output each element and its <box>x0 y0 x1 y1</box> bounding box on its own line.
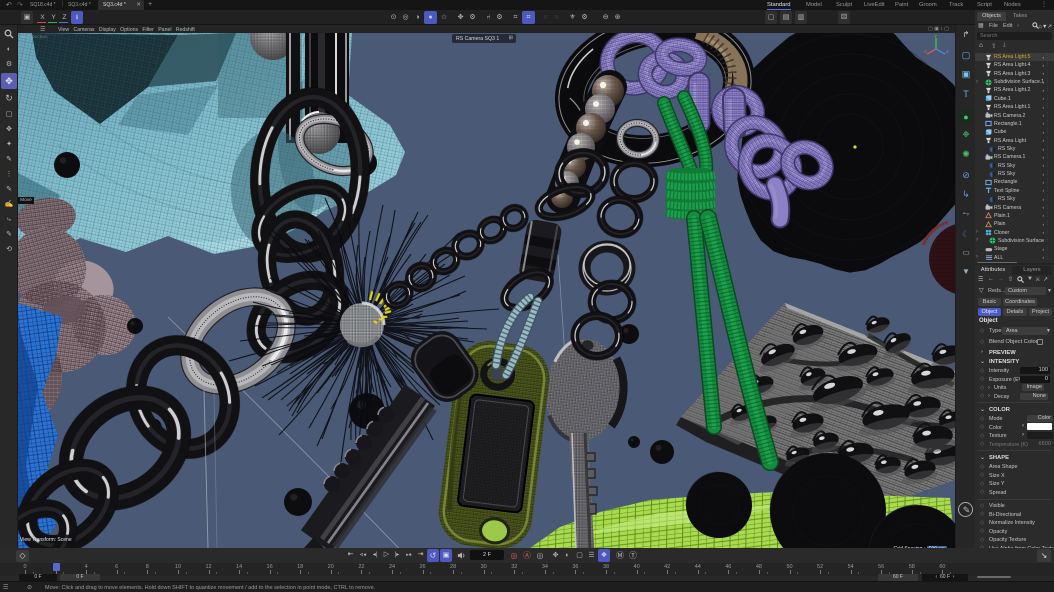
svg-text:X: X <box>924 49 927 54</box>
svg-text:Y: Y <box>934 35 937 39</box>
svg-text:Z: Z <box>946 49 949 54</box>
